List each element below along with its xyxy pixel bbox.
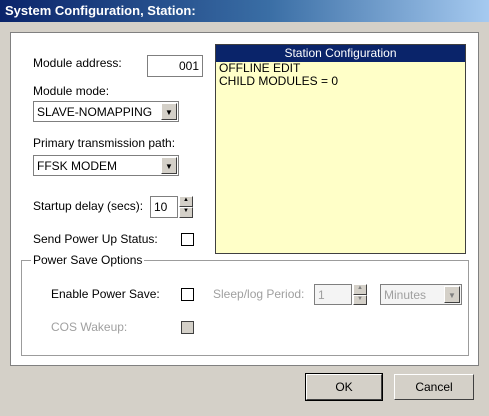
config-panel: Module address: 001 Module mode: SLAVE-N… — [10, 32, 479, 366]
ok-button[interactable]: OK — [305, 373, 383, 401]
sleep-period-input[interactable]: 1 — [314, 284, 352, 305]
cos-wakeup-checkbox[interactable] — [181, 321, 194, 334]
spin-up-icon[interactable]: ▲ — [353, 284, 367, 295]
station-config-panel: Station Configuration OFFLINE EDIT CHILD… — [215, 44, 466, 254]
enable-power-save-checkbox[interactable] — [181, 288, 194, 301]
title-bar: System Configuration, Station: — [0, 0, 489, 22]
spin-up-icon[interactable]: ▲ — [179, 196, 193, 207]
station-config-header: Station Configuration — [216, 45, 465, 62]
window-title: System Configuration, Station: — [5, 3, 196, 18]
sleep-unit-select[interactable]: Minutes ▼ — [380, 284, 462, 305]
sleep-period-spinner[interactable]: ▲ ▼ — [353, 284, 367, 305]
spin-down-icon[interactable]: ▼ — [179, 207, 193, 218]
power-save-group-label: Power Save Options — [31, 253, 145, 267]
startup-delay-label: Startup delay (secs): — [33, 199, 144, 213]
cancel-button[interactable]: Cancel — [394, 374, 474, 400]
module-address-input[interactable]: 001 — [147, 55, 203, 77]
enable-power-save-label: Enable Power Save: — [51, 287, 160, 301]
chevron-down-icon[interactable]: ▼ — [161, 103, 177, 120]
chevron-down-icon[interactable]: ▼ — [444, 286, 460, 303]
sleep-unit-value: Minutes — [384, 288, 427, 302]
startup-delay-input[interactable]: 10 — [150, 196, 178, 218]
transmission-path-label: Primary transmission path: — [33, 136, 176, 150]
send-power-up-label: Send Power Up Status: — [33, 232, 158, 246]
module-mode-value: SLAVE-NOMAPPING — [37, 105, 153, 119]
transmission-path-select[interactable]: FFSK MODEM ▼ — [33, 155, 179, 176]
sleep-period-label: Sleep/log Period: — [213, 287, 305, 301]
spin-down-icon[interactable]: ▼ — [353, 294, 367, 305]
module-mode-select[interactable]: SLAVE-NOMAPPING ▼ — [33, 101, 179, 122]
station-config-line: CHILD MODULES = 0 — [219, 74, 339, 88]
module-address-label: Module address: — [33, 56, 122, 70]
chevron-down-icon[interactable]: ▼ — [161, 157, 177, 174]
transmission-path-value: FFSK MODEM — [37, 159, 117, 173]
send-power-up-checkbox[interactable] — [181, 233, 194, 246]
power-save-group — [21, 260, 469, 356]
startup-delay-spinner[interactable]: ▲ ▼ — [179, 196, 193, 218]
cos-wakeup-label: COS Wakeup: — [51, 320, 128, 334]
module-mode-label: Module mode: — [33, 84, 110, 98]
